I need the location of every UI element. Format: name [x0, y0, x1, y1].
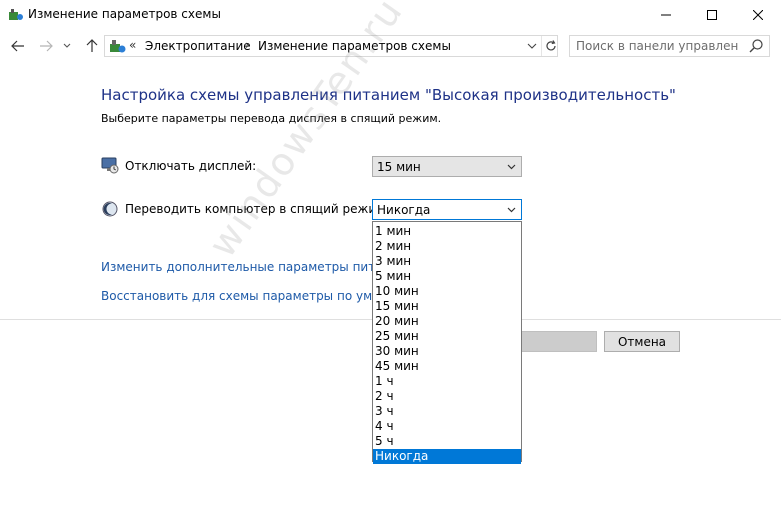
- dropdown-option[interactable]: 2 ч: [373, 389, 521, 404]
- title-bar: Изменение параметров схемы: [0, 0, 781, 30]
- forward-button[interactable]: [36, 36, 56, 56]
- monitor-icon: [101, 157, 119, 174]
- up-arrow-icon: [86, 39, 98, 52]
- chevron-down-icon: [507, 164, 516, 170]
- control-panel-icon: [110, 40, 126, 53]
- breadcrumb-edit-plan[interactable]: Изменение параметров схемы: [258, 39, 451, 53]
- chevron-down-icon: [507, 207, 516, 213]
- back-arrow-icon: [11, 40, 24, 52]
- power-options-icon: [9, 9, 23, 20]
- forward-arrow-icon: [40, 40, 53, 52]
- dropdown-option[interactable]: 1 ч: [373, 374, 521, 389]
- breadcrumb-separator: ›: [245, 38, 250, 52]
- page-title: Настройка схемы управления питанием "Выс…: [101, 86, 676, 104]
- display-off-select[interactable]: 15 мин: [372, 156, 522, 177]
- search-icon[interactable]: [748, 38, 764, 54]
- display-off-value: 15 мин: [377, 160, 421, 174]
- maximize-icon: [707, 10, 717, 20]
- display-off-label: Отключать дисплей:: [125, 159, 257, 173]
- up-button[interactable]: [82, 36, 102, 56]
- minimize-button[interactable]: [643, 0, 689, 30]
- close-icon: [753, 10, 763, 20]
- refresh-button[interactable]: [541, 36, 560, 56]
- sleep-moon-icon: [102, 201, 118, 217]
- dropdown-option[interactable]: 45 мин: [373, 359, 521, 374]
- dropdown-option[interactable]: 5 мин: [373, 269, 521, 284]
- back-button[interactable]: [8, 36, 28, 56]
- sleep-select[interactable]: Никогда: [372, 199, 522, 220]
- chevron-down-icon: [63, 43, 71, 48]
- sleep-label: Переводить компьютер в спящий режим:: [125, 202, 390, 216]
- dropdown-option[interactable]: 2 мин: [373, 239, 521, 254]
- minimize-icon: [661, 14, 671, 16]
- close-button[interactable]: [735, 0, 781, 30]
- dropdown-option[interactable]: 4 ч: [373, 419, 521, 434]
- sleep-dropdown-list[interactable]: 1 мин 2 мин 3 мин 5 мин 10 мин 15 мин 20 мин 25…: [372, 221, 522, 464]
- page-subtitle: Выберите параметры перевода дисплея в сп…: [101, 112, 442, 125]
- advanced-settings-link[interactable]: Изменить дополнительные параметры питани…: [101, 260, 405, 274]
- sleep-value: Никогда: [377, 203, 431, 217]
- recent-locations-button[interactable]: [60, 36, 74, 56]
- refresh-icon: [546, 40, 556, 51]
- window-title: Изменение параметров схемы: [28, 7, 221, 21]
- breadcrumb-overflow[interactable]: «: [129, 38, 136, 52]
- maximize-button[interactable]: [689, 0, 735, 30]
- breadcrumb-power-options[interactable]: Электропитание: [145, 39, 251, 53]
- dropdown-option[interactable]: 25 мин: [373, 329, 521, 344]
- dropdown-option[interactable]: 3 мин: [373, 254, 521, 269]
- dropdown-option[interactable]: 15 мин: [373, 299, 521, 314]
- dropdown-option[interactable]: 1 мин: [373, 224, 521, 239]
- chevron-down-icon[interactable]: [525, 38, 539, 54]
- cancel-button[interactable]: Отмена: [604, 331, 680, 352]
- dropdown-option[interactable]: Никогда: [373, 449, 521, 464]
- search-box[interactable]: [569, 35, 770, 57]
- dropdown-option[interactable]: 5 ч: [373, 434, 521, 449]
- dropdown-option[interactable]: 30 мин: [373, 344, 521, 359]
- search-input[interactable]: [576, 38, 738, 54]
- dropdown-option[interactable]: 20 мин: [373, 314, 521, 329]
- dropdown-option[interactable]: 10 мин: [373, 284, 521, 299]
- dropdown-option[interactable]: 3 ч: [373, 404, 521, 419]
- address-bar[interactable]: « Электропитание › Изменение параметров …: [104, 35, 558, 57]
